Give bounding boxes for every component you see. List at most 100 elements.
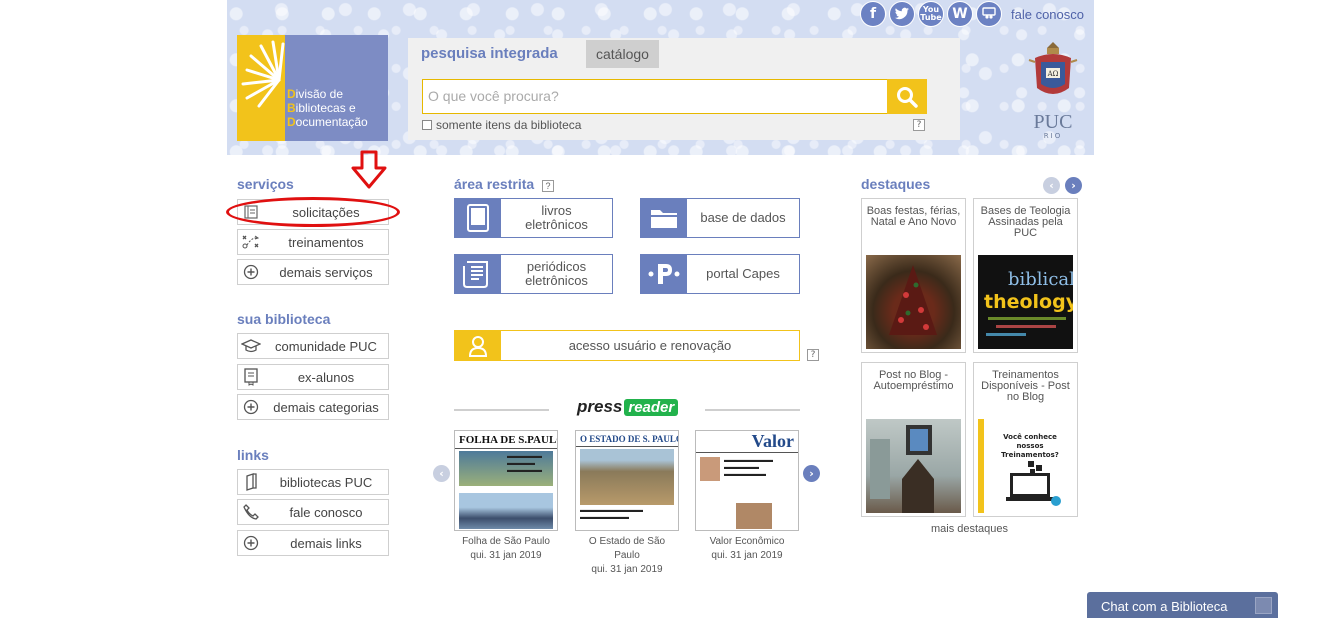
- search-help-icon[interactable]: ?: [913, 119, 925, 131]
- user-access-help-icon[interactable]: ?: [807, 349, 819, 361]
- periodicals-button[interactable]: periódicos eletrônicos: [454, 254, 613, 294]
- highlight-card-title: Boas festas, férias, Natal e Ano Novo: [866, 205, 961, 228]
- library-puc-community-label: comunidade PUC: [275, 338, 377, 354]
- newspaper-icon: [455, 255, 501, 293]
- logo-text: Divisão de Bibliotecas e Documentação: [287, 87, 368, 129]
- valor-portrait-small: [700, 457, 720, 481]
- user-icon: [455, 331, 501, 360]
- highlight-card-blog-selfcheckout[interactable]: Post no Blog - Autoempréstimo: [861, 362, 966, 517]
- library-chat-widget[interactable]: Chat com a Biblioteca: [1087, 592, 1278, 618]
- pressreader-logo[interactable]: press reader: [577, 397, 679, 417]
- folha-headline: ▬▬▬▬▬ ▬▬▬▬ ▬▬▬▬▬: [507, 452, 542, 474]
- plus-icon: [238, 535, 264, 551]
- databases-label: base de dados: [700, 210, 786, 225]
- book-icon: [238, 473, 264, 491]
- puc-rio-logo[interactable]: AΩ PUC RIO: [1023, 40, 1083, 140]
- search-input[interactable]: O que você procura?: [422, 79, 888, 114]
- papers-prev-arrow-icon[interactable]: ‹: [433, 465, 450, 482]
- site-header: f You Tube W fale conosco Divisão de Bibl…: [227, 0, 1094, 155]
- chat-label: Chat com a Biblioteca: [1101, 598, 1228, 614]
- phone-icon: [238, 504, 264, 520]
- highlight-card-title: Bases de Teologia Assinadas pela PUC: [980, 205, 1071, 239]
- services-trainings-button[interactable]: treinamentos: [237, 229, 389, 255]
- theology-wordcloud-image: biblical theology: [978, 255, 1073, 349]
- slideshare-icon[interactable]: [976, 1, 1002, 27]
- library-title: sua biblioteca: [237, 311, 331, 327]
- links-more-button[interactable]: demais links: [237, 530, 389, 556]
- services-trainings-label: treinamentos: [288, 234, 364, 250]
- restricted-area-label: área restrita: [454, 176, 535, 192]
- highlight-card-title: Post no Blog - Autoempréstimo: [873, 369, 954, 392]
- annotation-ellipse: [226, 197, 400, 227]
- valor-masthead: Valor: [696, 431, 798, 453]
- capes-portal-label: portal Capes: [706, 266, 780, 281]
- highlight-card-holidays[interactable]: Boas festas, férias, Natal e Ano Novo: [861, 198, 966, 353]
- puc-rio-subtitle: RIO: [1043, 132, 1063, 140]
- search-icon: [897, 86, 918, 108]
- library-only-checkbox[interactable]: somente itens da biblioteca: [422, 118, 581, 132]
- services-title: serviços: [237, 176, 294, 192]
- trainings-promo-image: Você conhece nossos Treinamentos?: [978, 419, 1073, 513]
- puc-name: PUC: [1033, 111, 1073, 133]
- theology-word-biblical: biblical: [1008, 269, 1073, 290]
- capes-p-icon: [641, 255, 687, 293]
- header-contact-link[interactable]: fale conosco: [1011, 7, 1084, 22]
- pressreader-divider-left: [454, 409, 549, 411]
- highlights-prev-arrow-icon[interactable]: ‹: [1043, 177, 1060, 194]
- library-alumni-button[interactable]: ex-alunos: [237, 364, 389, 390]
- wordpress-icon[interactable]: W: [947, 1, 973, 27]
- annotation-arrow-down-icon: [349, 150, 389, 194]
- ebooks-label: livros eletrônicos: [525, 203, 588, 232]
- library-alumni-label: ex-alunos: [297, 369, 355, 385]
- newspaper-estadao[interactable]: O ESTADO DE S. PAULO ▬▬▬▬▬▬▬▬▬ ▬▬▬▬▬▬▬: [575, 430, 679, 531]
- highlight-card-theology[interactable]: Bases de Teologia Assinadas pela PUC bib…: [973, 198, 1078, 353]
- databases-button[interactable]: base de dados: [640, 198, 800, 238]
- search-button[interactable]: [887, 79, 927, 114]
- links-contact-button[interactable]: fale conosco: [237, 499, 389, 525]
- estadao-headline: ▬▬▬▬▬▬▬▬▬ ▬▬▬▬▬▬▬: [580, 506, 643, 521]
- restricted-help-icon[interactable]: ?: [542, 180, 555, 192]
- puc-crest-icon: AΩ: [1028, 42, 1078, 94]
- twitter-icon[interactable]: [889, 1, 915, 27]
- capes-portal-button[interactable]: portal Capes: [640, 254, 800, 294]
- restricted-area-title: área restrita ?: [454, 176, 555, 192]
- tab-integrated-search[interactable]: pesquisa integrada: [408, 38, 571, 70]
- estadao-caption: O Estado de São Paulo qui. 31 jan 2019: [588, 536, 666, 575]
- user-access-renewal-button[interactable]: acesso usuário e renovação: [454, 330, 800, 361]
- highlight-card-trainings[interactable]: Treinamentos Disponíveis - Post no Blog …: [973, 362, 1078, 517]
- papers-next-arrow-icon[interactable]: ›: [803, 465, 820, 482]
- more-highlights-link[interactable]: mais destaques: [861, 523, 1078, 535]
- links-title: links: [237, 447, 269, 463]
- newspaper-folha[interactable]: FOLHA DE S.PAULO ▬▬▬▬▬ ▬▬▬▬ ▬▬▬▬▬: [454, 430, 558, 531]
- dbd-logo[interactable]: Divisão de Bibliotecas e Documentação: [237, 35, 388, 141]
- graduation-cap-icon: [238, 338, 264, 354]
- plus-icon: [238, 399, 264, 415]
- tab-catalog[interactable]: catálogo: [586, 40, 659, 68]
- links-contact-label: fale conosco: [289, 504, 363, 520]
- valor-headline: ▬▬▬▬▬▬▬ ▬▬▬▬▬ ▬▬▬▬▬▬: [724, 456, 773, 478]
- library-more-label: demais categorias: [273, 399, 379, 415]
- newspaper-valor[interactable]: Valor ▬▬▬▬▬▬▬ ▬▬▬▬▬ ▬▬▬▬▬▬: [695, 430, 799, 531]
- services-more-button[interactable]: demais serviços: [237, 259, 389, 285]
- estadao-masthead: O ESTADO DE S. PAULO: [576, 431, 678, 447]
- highlights-next-arrow-icon[interactable]: ›: [1065, 177, 1082, 194]
- checkbox-box[interactable]: [422, 120, 432, 130]
- library-more-button[interactable]: demais categorias: [237, 394, 389, 420]
- ebooks-button[interactable]: livros eletrônicos: [454, 198, 613, 238]
- folha-masthead: FOLHA DE S.PAULO: [455, 431, 557, 449]
- library-puc-community-button[interactable]: comunidade PUC: [237, 333, 389, 359]
- selfcheckout-kiosk-image: [866, 419, 961, 513]
- highlights-title: destaques: [861, 176, 931, 192]
- links-puc-libraries-label: bibliotecas PUC: [279, 474, 373, 490]
- highlight-card-title: Treinamentos Disponíveis - Post no Blog: [981, 369, 1070, 403]
- services-more-label: demais serviços: [279, 264, 373, 280]
- checkbox-label: somente itens da biblioteca: [436, 118, 582, 132]
- chat-toggle-icon[interactable]: [1255, 597, 1272, 614]
- youtube-icon[interactable]: You Tube: [918, 1, 944, 27]
- estadao-cover-photo: [580, 449, 674, 505]
- facebook-icon[interactable]: f: [860, 1, 886, 27]
- links-puc-libraries-button[interactable]: bibliotecas PUC: [237, 469, 389, 495]
- links-more-label: demais links: [290, 535, 362, 551]
- certificate-icon: [238, 368, 264, 386]
- user-access-renewal-label: acesso usuário e renovação: [568, 338, 732, 353]
